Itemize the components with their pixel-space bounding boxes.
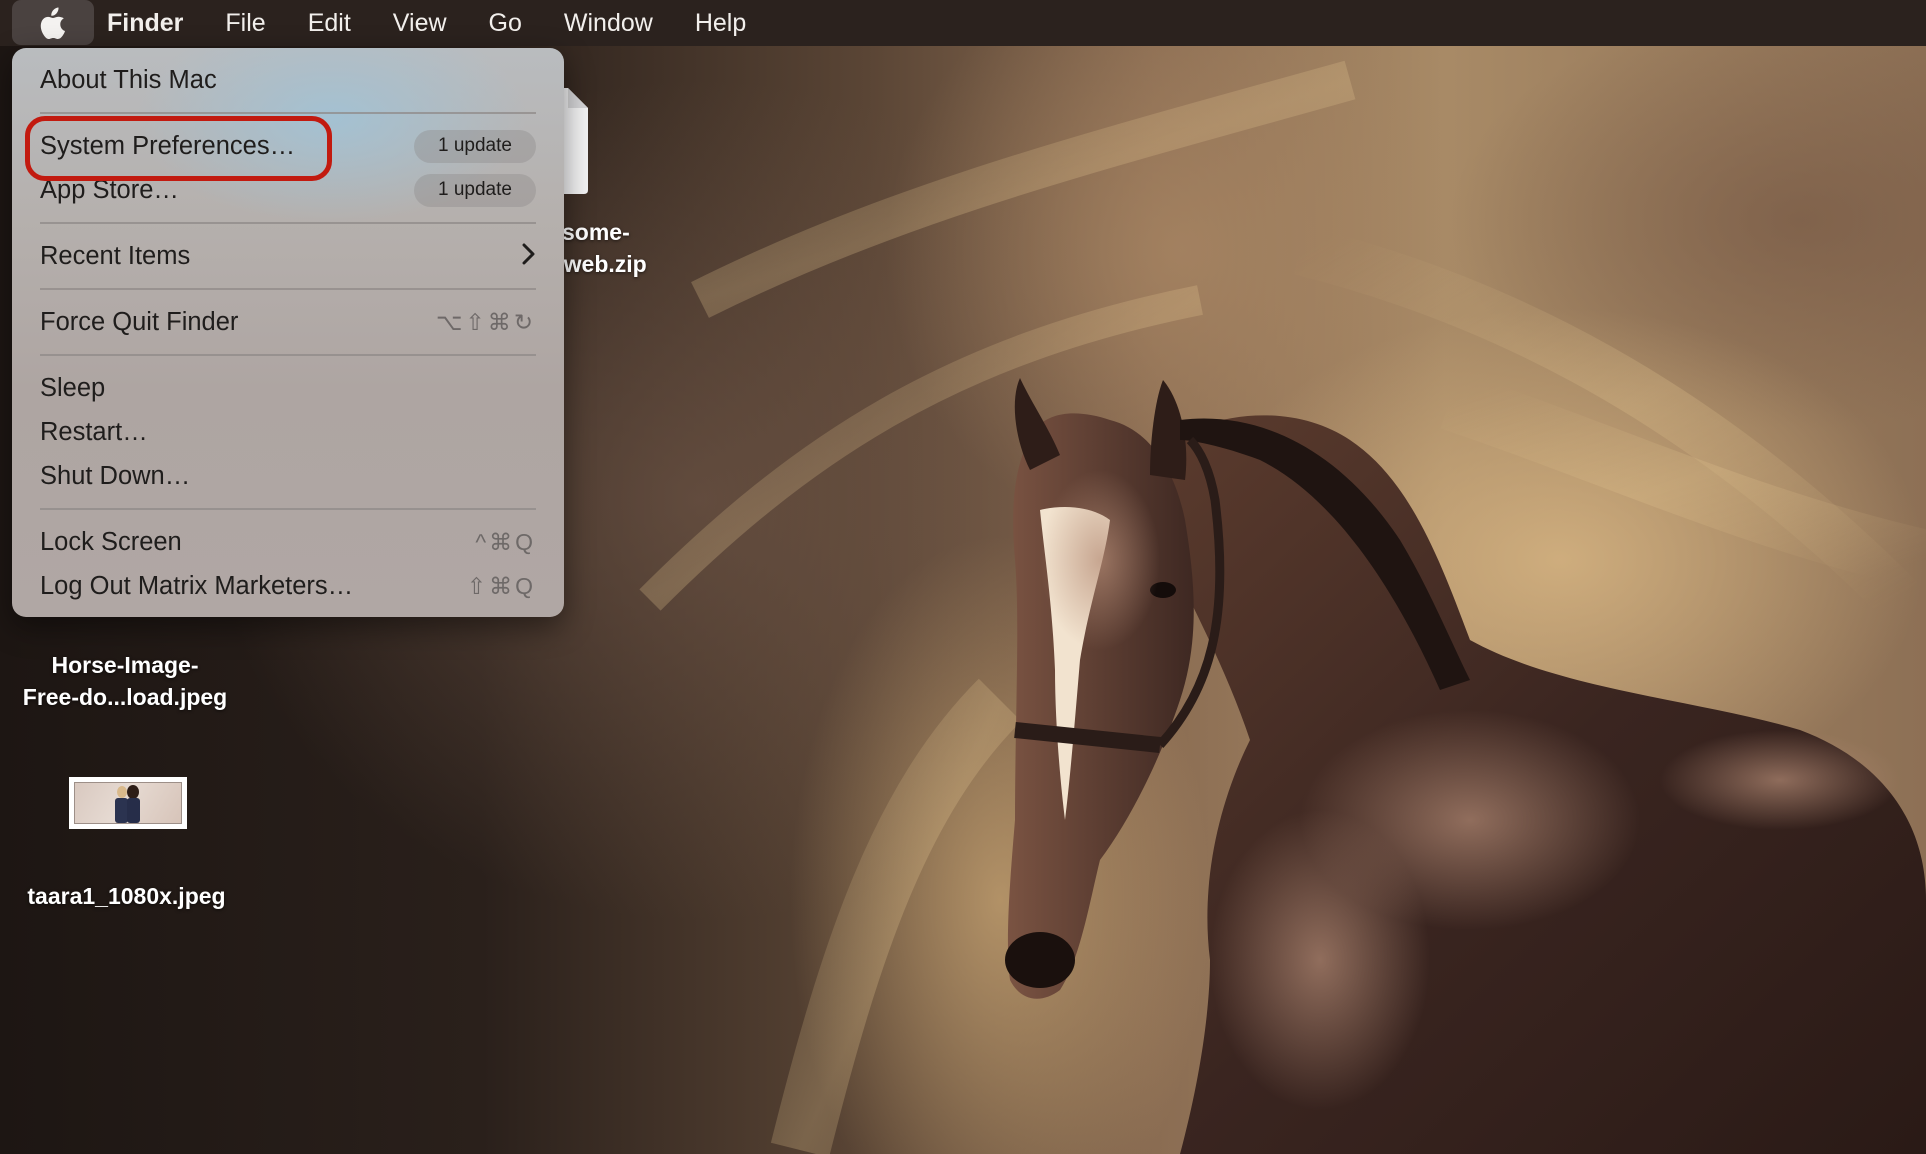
q-key: Q [515, 572, 536, 599]
menu-bar-items: Finder File Edit View Go Window Help [107, 0, 788, 46]
force-quit-shortcut: ⌥ ⇧ ⌘ ↻ [436, 309, 536, 336]
apple-menu-dropdown: About This Mac System Preferences… 1 upd… [12, 48, 564, 617]
taara-image-thumbnail[interactable] [69, 777, 187, 829]
command-key-icon: ⌘ [489, 572, 516, 599]
menu-item-label: Force Quit Finder [40, 307, 239, 336]
command-key-icon: ⌘ [489, 528, 516, 555]
menu-item-label: Recent Items [40, 241, 191, 270]
menu-view[interactable]: View [393, 9, 465, 38]
menu-help[interactable]: Help [695, 9, 764, 38]
update-badge: 1 update [414, 173, 536, 207]
menu-item-sleep[interactable]: Sleep [40, 368, 536, 408]
menu-edit[interactable]: Edit [308, 9, 369, 38]
shift-key-icon: ⇧ [466, 572, 490, 599]
option-key-icon: ⌥ [435, 308, 466, 335]
control-key-icon: ^ [475, 528, 490, 555]
menu-item-app-store[interactable]: App Store… 1 update [40, 170, 536, 210]
menu-item-label: Restart… [40, 417, 148, 446]
taara-image-file-label[interactable]: taara1_1080x.jpeg [14, 880, 239, 912]
menu-item-lock-screen[interactable]: Lock Screen ^ ⌘ Q [40, 522, 536, 562]
menu-bar: Finder File Edit View Go Window Help [0, 0, 1926, 46]
menu-item-recent-items[interactable]: Recent Items [40, 236, 536, 276]
horse-image-label-line2: Free-do...load.jpeg [22, 684, 228, 710]
zip-file-label-line1: some- [562, 219, 630, 245]
menu-item-shut-down[interactable]: Shut Down… [40, 456, 536, 496]
lock-screen-shortcut: ^ ⌘ Q [475, 529, 536, 556]
update-badge: 1 update [414, 129, 536, 163]
menu-window[interactable]: Window [564, 9, 671, 38]
menu-item-about-this-mac[interactable]: About This Mac [40, 60, 536, 100]
zip-file-label-line2: -web.zip [556, 251, 647, 277]
two-people-thumbnail-icon [115, 785, 140, 823]
menu-item-label: About This Mac [40, 65, 217, 94]
menu-item-restart[interactable]: Restart… [40, 412, 536, 452]
menu-item-force-quit-finder[interactable]: Force Quit Finder ⌥ ⇧ ⌘ ↻ [40, 302, 536, 342]
menu-item-label: Shut Down… [40, 461, 191, 490]
menu-item-label: App Store… [40, 175, 179, 204]
shift-key-icon: ⇧ [465, 308, 488, 335]
menu-item-log-out[interactable]: Log Out Matrix Marketers… ⇧ ⌘ Q [40, 566, 536, 606]
menu-separator [40, 508, 536, 510]
menu-item-label: System Preferences… [40, 131, 296, 160]
menu-item-label: Lock Screen [40, 527, 182, 556]
log-out-shortcut: ⇧ ⌘ Q [467, 573, 536, 600]
apple-menu-button[interactable] [12, 0, 94, 45]
menu-item-label: Log Out Matrix Marketers… [40, 571, 354, 600]
menu-item-label: Sleep [40, 373, 106, 402]
zip-file-label[interactable]: some- -web.zip [556, 216, 647, 280]
horse-image-label-line1: Horse-Image- [51, 652, 199, 678]
menu-separator [40, 288, 536, 290]
apple-logo-icon [40, 7, 65, 39]
horse-image-file-label[interactable]: Horse-Image- Free-do...load.jpeg [10, 649, 240, 713]
escape-key-icon: ↻ [513, 308, 536, 335]
chevron-right-icon [522, 240, 536, 272]
menu-separator [40, 222, 536, 224]
menu-file[interactable]: File [225, 9, 283, 38]
menu-separator [40, 112, 536, 114]
menu-finder[interactable]: Finder [107, 9, 201, 38]
menu-go[interactable]: Go [489, 9, 540, 38]
command-key-icon: ⌘ [487, 308, 514, 335]
menu-separator [40, 354, 536, 356]
menu-item-system-preferences[interactable]: System Preferences… 1 update [40, 126, 536, 166]
q-key: Q [515, 528, 536, 555]
